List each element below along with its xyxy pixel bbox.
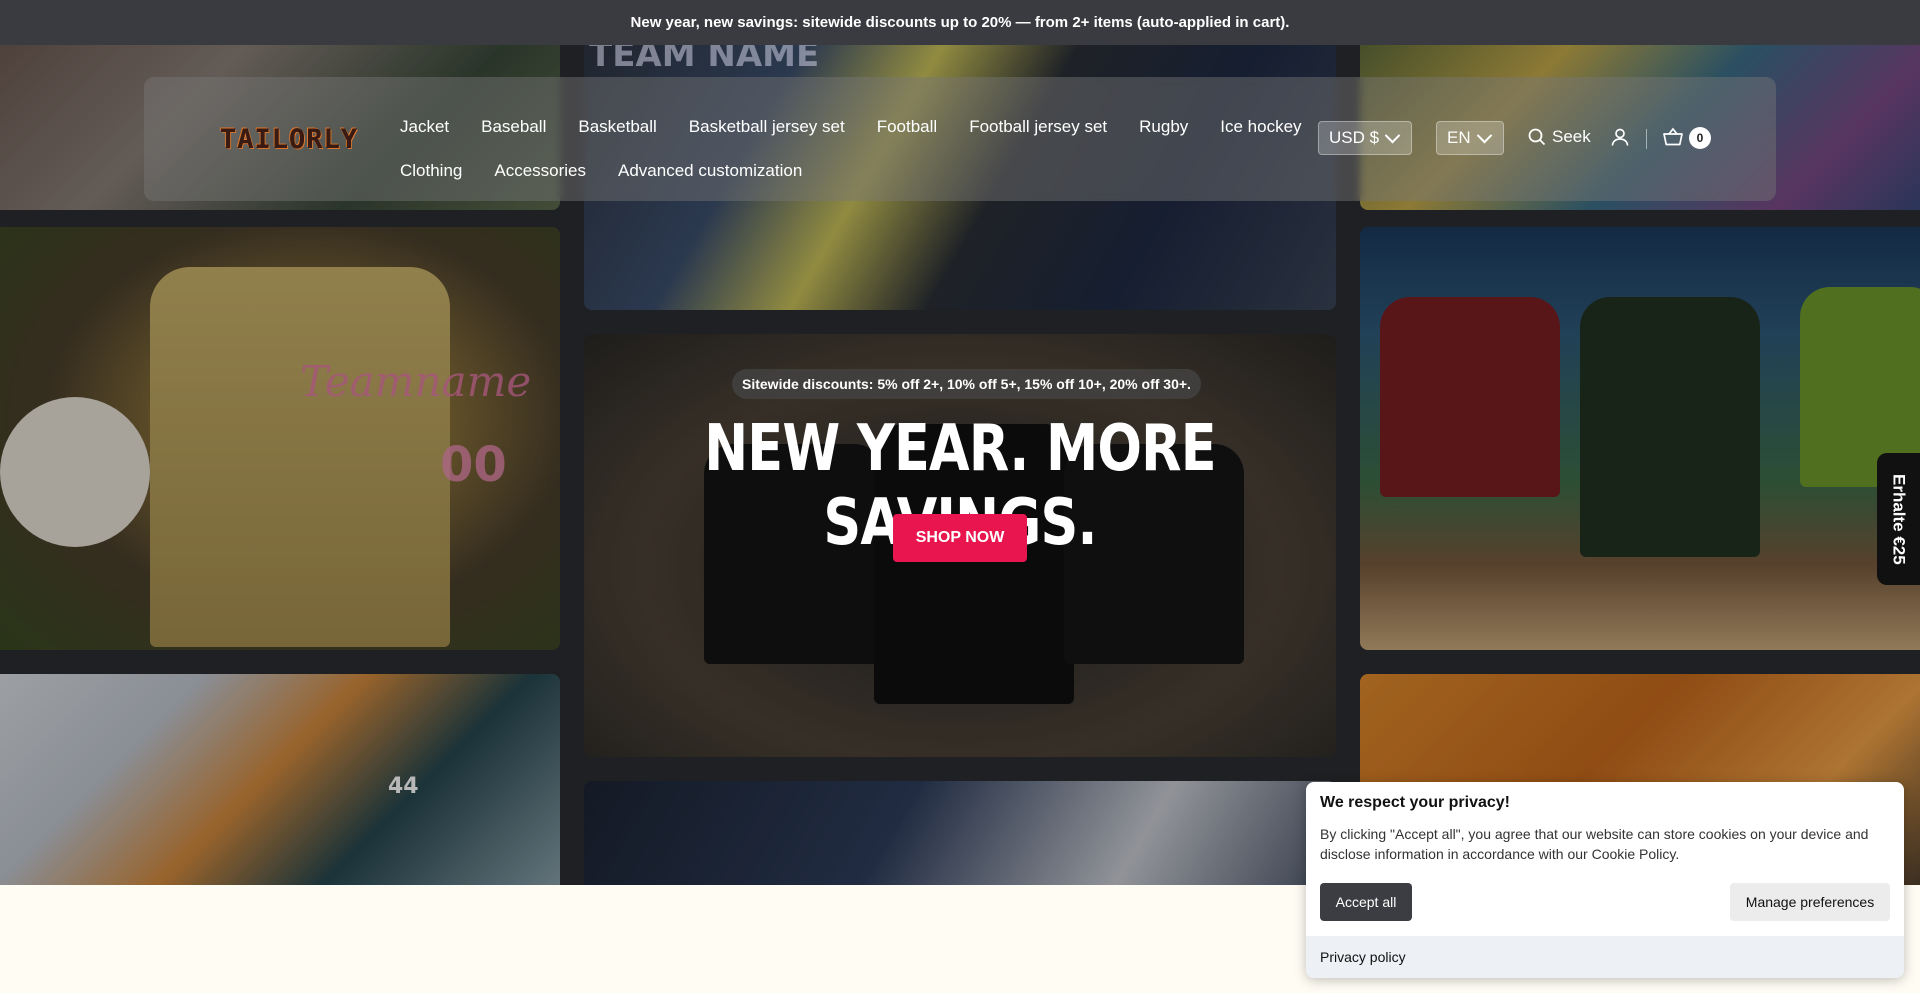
cookie-body: By clicking "Accept all", you agree that… bbox=[1320, 826, 1869, 862]
cart-count-badge: 0 bbox=[1689, 127, 1711, 149]
nav-item-basketball-jersey-set[interactable]: Basketball jersey set bbox=[689, 117, 845, 137]
cookie-title: We respect your privacy! bbox=[1320, 794, 1511, 811]
search-button[interactable]: Seek bbox=[1528, 127, 1591, 147]
nav-item-clothing[interactable]: Clothing bbox=[400, 161, 462, 181]
header-divider bbox=[1646, 129, 1647, 149]
reward-side-tab[interactable]: Erhalte €25 bbox=[1877, 453, 1920, 585]
nav-item-basketball[interactable]: Basketball bbox=[578, 117, 656, 137]
currency-value: USD $ bbox=[1329, 128, 1380, 147]
search-icon bbox=[1528, 128, 1546, 146]
logo[interactable]: TAILORLY bbox=[220, 124, 358, 155]
language-select[interactable]: EN bbox=[1436, 121, 1504, 155]
nav-item-baseball[interactable]: Baseball bbox=[481, 117, 546, 137]
account-button[interactable] bbox=[1610, 127, 1630, 152]
cart-button[interactable] bbox=[1662, 127, 1684, 152]
privacy-policy-link[interactable]: Privacy policy bbox=[1320, 949, 1406, 965]
accept-all-button[interactable]: Accept all bbox=[1320, 883, 1412, 921]
collage-tile-stadium-jerseys[interactable] bbox=[1360, 227, 1920, 650]
promo-pill: Sitewide discounts: 5% off 2+, 10% off 5… bbox=[732, 369, 1201, 399]
nav-row-secondary: Clothing Accessories Advanced customizatio… bbox=[400, 149, 1300, 193]
collage-tile-football-players[interactable] bbox=[584, 781, 1336, 885]
team-name-text: TEAM NAME bbox=[589, 45, 820, 75]
nav-item-advanced-customization[interactable]: Advanced customization bbox=[618, 161, 802, 181]
chevron-down-icon bbox=[1384, 127, 1401, 143]
main-nav: Jacket Baseball Basketball Basketball jerse… bbox=[400, 105, 1302, 193]
nav-item-rugby[interactable]: Rugby bbox=[1139, 117, 1188, 137]
nav-item-football-jersey-set[interactable]: Football jersey set bbox=[969, 117, 1107, 137]
search-label: Seek bbox=[1552, 127, 1591, 146]
cookie-banner: We respect your privacy! By clicking "Ac… bbox=[1306, 782, 1904, 978]
basket-icon bbox=[1663, 127, 1683, 146]
nav-item-jacket[interactable]: Jacket bbox=[400, 117, 449, 137]
nav-item-accessories[interactable]: Accessories bbox=[494, 161, 586, 181]
nav-row-primary: Jacket Baseball Basketball Basketball jerse… bbox=[400, 105, 1302, 149]
nav-item-football[interactable]: Football bbox=[877, 117, 937, 137]
language-value: EN bbox=[1447, 128, 1471, 147]
collage-tile-baseball-jersey[interactable]: Teamname 00 bbox=[0, 227, 560, 650]
announcement-text: New year, new savings: sitewide discount… bbox=[630, 14, 1290, 31]
shop-now-button[interactable]: SHOP NOW bbox=[893, 514, 1027, 562]
announcement-bar: New year, new savings: sitewide discount… bbox=[0, 0, 1920, 45]
currency-select[interactable]: USD $ bbox=[1318, 121, 1412, 155]
nav-item-ice-hockey[interactable]: Ice hockey bbox=[1220, 117, 1301, 137]
cookie-footer: Privacy policy bbox=[1306, 936, 1904, 978]
collage-tile-ice-hockey[interactable]: 44 bbox=[0, 674, 560, 885]
reward-side-tab-label: Erhalte €25 bbox=[1889, 473, 1909, 565]
site-header: TAILORLY Jacket Baseball Basketball Basketb… bbox=[144, 77, 1776, 201]
manage-preferences-button[interactable]: Manage preferences bbox=[1730, 883, 1890, 921]
chevron-down-icon bbox=[1476, 127, 1492, 143]
user-icon bbox=[1611, 128, 1629, 146]
